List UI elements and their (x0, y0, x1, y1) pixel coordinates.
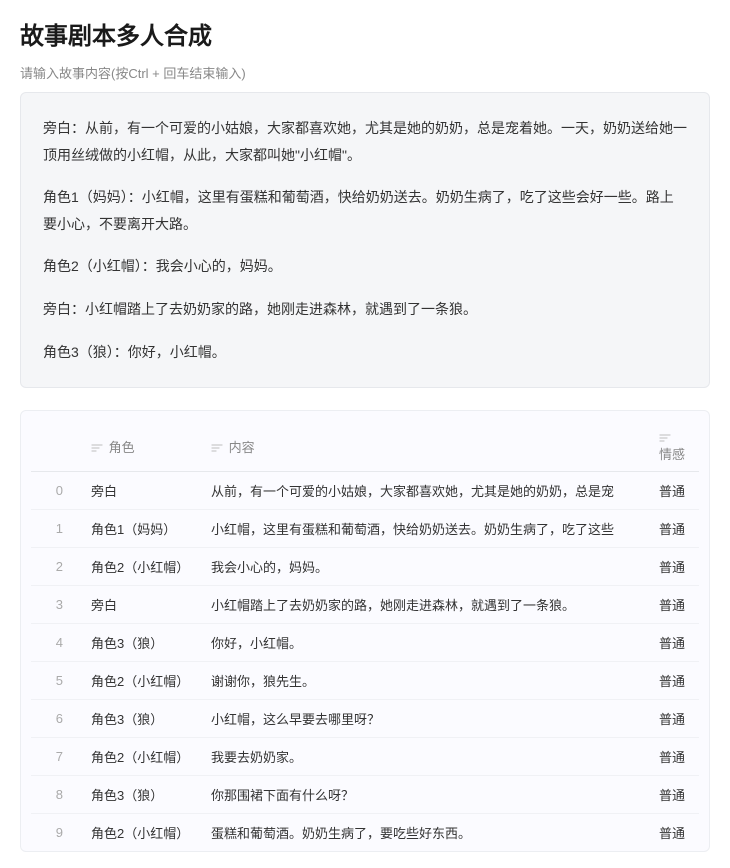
row-role: 角色2（小红帽） (81, 738, 201, 776)
story-paragraph: 角色1（妈妈）：小红帽，这里有蛋糕和葡萄酒，快给奶奶送去。奶奶生病了，吃了这些会… (43, 184, 687, 237)
row-content: 你好，小红帽。 (201, 624, 649, 662)
row-role: 角色2（小红帽） (81, 548, 201, 586)
table-row[interactable]: 1角色1（妈妈）小红帽，这里有蛋糕和葡萄酒，快给奶奶送去。奶奶生病了，吃了这些普… (31, 510, 699, 548)
row-content: 蛋糕和葡萄酒。奶奶生病了，要吃些好东西。 (201, 814, 649, 852)
column-header-label: 内容 (229, 440, 255, 455)
row-emotion: 普通 (649, 510, 699, 548)
sort-icon (91, 442, 103, 454)
row-role: 角色3（狼） (81, 624, 201, 662)
row-role: 角色3（狼） (81, 776, 201, 814)
story-paragraph: 旁白：从前，有一个可爱的小姑娘，大家都喜欢她，尤其是她的奶奶，总是宠着她。一天，… (43, 115, 687, 168)
row-role: 角色2（小红帽） (81, 662, 201, 700)
row-content: 我会小心的，妈妈。 (201, 548, 649, 586)
row-role: 角色1（妈妈） (81, 510, 201, 548)
row-emotion: 普通 (649, 776, 699, 814)
sort-icon (659, 432, 671, 444)
row-content: 从前，有一个可爱的小姑娘，大家都喜欢她，尤其是她的奶奶，总是宠 (201, 472, 649, 510)
row-role: 角色3（狼） (81, 700, 201, 738)
table-row[interactable]: 9角色2（小红帽）蛋糕和葡萄酒。奶奶生病了，要吃些好东西。普通 (31, 814, 699, 852)
row-index: 0 (31, 472, 81, 510)
table-row[interactable]: 7角色2（小红帽）我要去奶奶家。普通 (31, 738, 699, 776)
script-table-container: 角色 内容 情感 0旁白从前，有一个可爱的小姑娘，大家都喜欢她，尤其是她的奶奶，… (20, 410, 710, 852)
table-row[interactable]: 0旁白从前，有一个可爱的小姑娘，大家都喜欢她，尤其是她的奶奶，总是宠普通 (31, 472, 699, 510)
row-content: 小红帽踏上了去奶奶家的路，她刚走进森林，就遇到了一条狼。 (201, 586, 649, 624)
column-header-index (31, 421, 81, 472)
table-row[interactable]: 5角色2（小红帽）谢谢你，狼先生。普通 (31, 662, 699, 700)
table-row[interactable]: 3旁白小红帽踏上了去奶奶家的路，她刚走进森林，就遇到了一条狼。普通 (31, 586, 699, 624)
row-index: 6 (31, 700, 81, 738)
row-emotion: 普通 (649, 472, 699, 510)
row-index: 9 (31, 814, 81, 852)
row-emotion: 普通 (649, 700, 699, 738)
column-header-role[interactable]: 角色 (81, 421, 201, 472)
sort-icon (211, 442, 223, 454)
row-role: 旁白 (81, 472, 201, 510)
story-paragraph: 角色2（小红帽）：我会小心的，妈妈。 (43, 253, 687, 280)
input-hint: 请输入故事内容(按Ctrl + 回车结束输入) (20, 63, 710, 82)
row-index: 1 (31, 510, 81, 548)
table-row[interactable]: 6角色3（狼）小红帽，这么早要去哪里呀？普通 (31, 700, 699, 738)
row-emotion: 普通 (649, 662, 699, 700)
row-index: 8 (31, 776, 81, 814)
row-content: 谢谢你，狼先生。 (201, 662, 649, 700)
row-index: 4 (31, 624, 81, 662)
row-content: 你那围裙下面有什么呀？ (201, 776, 649, 814)
script-table: 角色 内容 情感 0旁白从前，有一个可爱的小姑娘，大家都喜欢她，尤其是她的奶奶，… (31, 421, 699, 851)
story-paragraph: 角色3（狼）：你好，小红帽。 (43, 339, 687, 366)
column-header-content[interactable]: 内容 (201, 421, 649, 472)
story-paragraph: 旁白：小红帽踏上了去奶奶家的路，她刚走进森林，就遇到了一条狼。 (43, 296, 687, 323)
column-header-label: 情感 (659, 447, 685, 462)
table-row[interactable]: 4角色3（狼）你好，小红帽。普通 (31, 624, 699, 662)
story-textarea[interactable]: 旁白：从前，有一个可爱的小姑娘，大家都喜欢她，尤其是她的奶奶，总是宠着她。一天，… (20, 92, 710, 388)
column-header-emotion[interactable]: 情感 (649, 421, 699, 472)
row-emotion: 普通 (649, 548, 699, 586)
row-role: 角色2（小红帽） (81, 814, 201, 852)
row-emotion: 普通 (649, 624, 699, 662)
table-row[interactable]: 8角色3（狼）你那围裙下面有什么呀？普通 (31, 776, 699, 814)
row-role: 旁白 (81, 586, 201, 624)
row-content: 小红帽，这么早要去哪里呀？ (201, 700, 649, 738)
row-emotion: 普通 (649, 814, 699, 852)
column-header-label: 角色 (109, 440, 135, 455)
row-emotion: 普通 (649, 738, 699, 776)
row-index: 2 (31, 548, 81, 586)
row-content: 我要去奶奶家。 (201, 738, 649, 776)
row-index: 3 (31, 586, 81, 624)
page-title: 故事剧本多人合成 (20, 16, 710, 51)
row-index: 5 (31, 662, 81, 700)
row-emotion: 普通 (649, 586, 699, 624)
row-index: 7 (31, 738, 81, 776)
row-content: 小红帽，这里有蛋糕和葡萄酒，快给奶奶送去。奶奶生病了，吃了这些 (201, 510, 649, 548)
table-row[interactable]: 2角色2（小红帽）我会小心的，妈妈。普通 (31, 548, 699, 586)
